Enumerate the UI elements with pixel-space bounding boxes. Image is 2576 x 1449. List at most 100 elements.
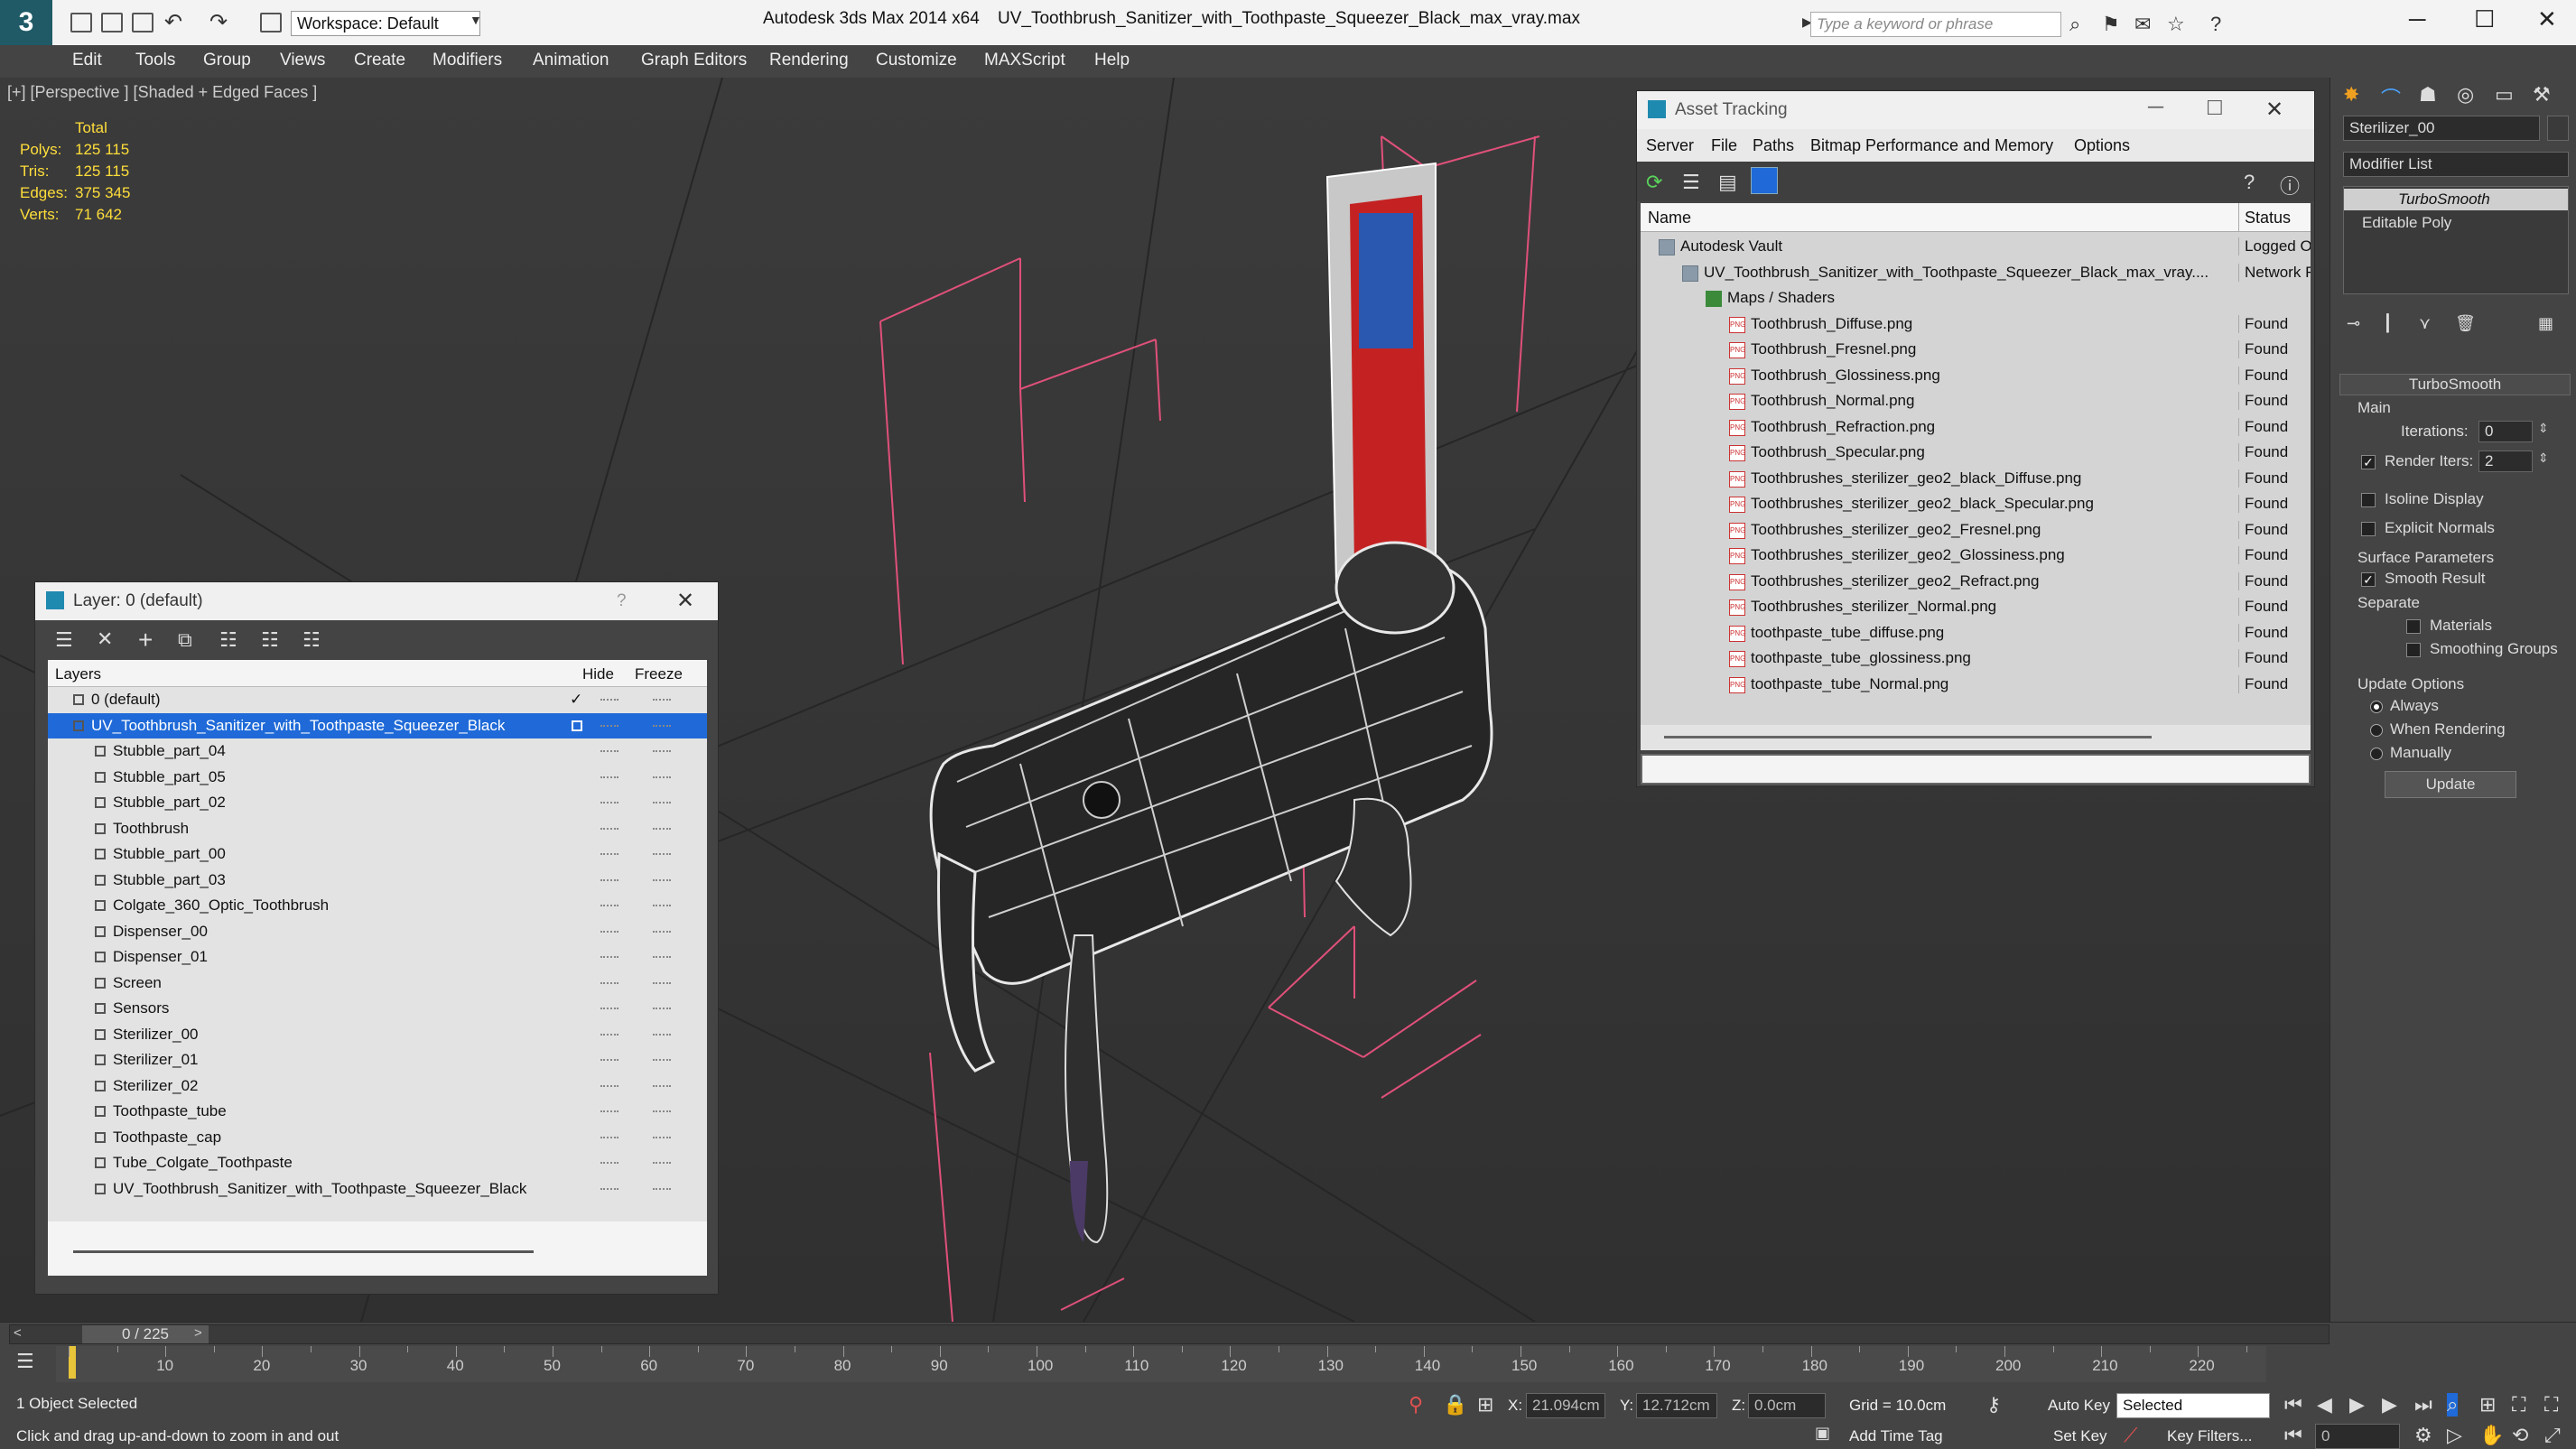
modifier-turbosmooth[interactable]: TurboSmooth bbox=[2344, 189, 2568, 210]
time-configuration-icon[interactable]: ⚙ bbox=[2414, 1424, 2432, 1447]
radio-always[interactable] bbox=[2370, 701, 2383, 713]
show-end-result-icon[interactable]: ┃ bbox=[2383, 314, 2393, 333]
layer-row[interactable]: Stubble_part_00 bbox=[48, 841, 707, 868]
hierarchy-tab-icon[interactable]: ☗ bbox=[2419, 83, 2437, 107]
hide-toggle[interactable] bbox=[600, 905, 618, 906]
layer-row[interactable]: UV_Toothbrush_Sanitizer_with_Toothpaste_… bbox=[48, 712, 707, 738]
zoom-all-icon[interactable]: ⊞ bbox=[2479, 1393, 2496, 1416]
redo-icon[interactable]: ↷ bbox=[209, 9, 228, 35]
asset-minimize-icon[interactable]: ─ bbox=[2148, 95, 2163, 120]
make-unique-icon[interactable]: ⋎ bbox=[2419, 314, 2431, 333]
zoom-extents-all-icon[interactable]: ⛶ bbox=[2544, 1393, 2558, 1416]
layer-row[interactable]: Dispenser_00 bbox=[48, 919, 707, 945]
asset-row[interactable]: UV_Toothbrush_Sanitizer_with_Toothpaste_… bbox=[1641, 260, 2311, 286]
layer-row[interactable]: Sterilizer_02 bbox=[48, 1073, 707, 1100]
key-filters-button[interactable]: Key Filters... bbox=[2167, 1427, 2252, 1445]
y-coordinate-field[interactable]: 12.712cm bbox=[1636, 1393, 1717, 1418]
asset-row[interactable]: PNG Toothbrush_Specular.png Found bbox=[1641, 440, 2311, 466]
select-objects-icon[interactable]: ⧉ bbox=[178, 628, 192, 652]
isolate-selection-icon[interactable]: ⚲ bbox=[1409, 1393, 1423, 1416]
asset-help-icon[interactable]: ? bbox=[2244, 171, 2255, 194]
mini-curve-editor-icon[interactable]: ☰ bbox=[16, 1350, 34, 1373]
workspace-dropdown[interactable]: Workspace: Default bbox=[291, 11, 480, 36]
favorites-star-icon[interactable]: ☆ bbox=[2167, 13, 2185, 36]
column-name[interactable]: Name bbox=[1648, 209, 1691, 228]
layer-row[interactable]: 0 (default) ✓ bbox=[48, 687, 707, 713]
layer-row[interactable]: Screen bbox=[48, 971, 707, 997]
freeze-toggle[interactable] bbox=[653, 750, 671, 752]
asset-scrollbar-thumb[interactable] bbox=[1664, 736, 2152, 738]
layer-row[interactable]: Stubble_part_02 bbox=[48, 790, 707, 816]
hide-toggle[interactable] bbox=[600, 1084, 618, 1087]
menu-graph-editors[interactable]: Graph Editors bbox=[641, 51, 747, 70]
column-freeze[interactable]: Freeze bbox=[635, 665, 683, 683]
radio-when-rendering[interactable] bbox=[2370, 724, 2383, 737]
freeze-toggle[interactable] bbox=[653, 776, 671, 778]
menu-tools[interactable]: Tools bbox=[135, 51, 175, 70]
add-time-tag-button[interactable]: Add Time Tag bbox=[1849, 1427, 1943, 1445]
modify-tab-icon[interactable]: ⌒ bbox=[2381, 83, 2401, 112]
asset-path-field[interactable] bbox=[1641, 754, 2311, 785]
asset-row[interactable]: PNG Toothbrushes_sterilizer_geo2_Fresnel.… bbox=[1641, 517, 2311, 543]
time-tag-icon[interactable]: ▣ bbox=[1815, 1424, 1830, 1443]
go-to-end-icon[interactable]: ⏭ bbox=[2414, 1393, 2432, 1416]
hide-toggle[interactable] bbox=[600, 827, 618, 830]
hide-toggle[interactable] bbox=[600, 878, 618, 881]
asset-row[interactable]: PNG toothpaste_tube_diffuse.png Found bbox=[1641, 620, 2311, 646]
layer-row[interactable]: Toothpaste_cap bbox=[48, 1125, 707, 1151]
asset-menu-options[interactable]: Options bbox=[2074, 136, 2130, 155]
asset-close-icon[interactable]: ✕ bbox=[2265, 97, 2283, 123]
new-file-icon[interactable] bbox=[70, 13, 92, 33]
hide-toggle[interactable] bbox=[600, 956, 618, 958]
hide-toggle[interactable] bbox=[600, 1110, 618, 1112]
previous-frame-icon[interactable]: ◀ bbox=[2317, 1393, 2332, 1416]
asset-row[interactable]: PNG Toothbrushes_sterilizer_geo2_Refract.… bbox=[1641, 569, 2311, 595]
asset-tracking-titlebar[interactable]: Asset Tracking ─ ☐ ✕ bbox=[1637, 91, 2314, 129]
radio-manually[interactable] bbox=[2370, 748, 2383, 760]
create-layer-icon[interactable]: ☰ bbox=[55, 628, 73, 652]
hide-toggle[interactable] bbox=[600, 776, 618, 778]
key-mode-icon[interactable]: ⟋ bbox=[2124, 1424, 2137, 1447]
render-iters-spinner-arrows-icon[interactable]: ⇕ bbox=[2538, 450, 2549, 466]
layer-row[interactable]: Tube_Colgate_Toothpaste bbox=[48, 1150, 707, 1176]
set-key-icon[interactable]: ⚷ bbox=[1986, 1393, 2001, 1416]
layer-row[interactable]: Sensors bbox=[48, 996, 707, 1022]
delete-layer-icon[interactable]: ✕ bbox=[97, 627, 113, 651]
asset-row[interactable]: Autodesk Vault Logged O bbox=[1641, 234, 2311, 260]
orbit-icon[interactable]: ⟲ bbox=[2512, 1424, 2528, 1447]
iterations-spinner[interactable]: 0 bbox=[2478, 421, 2533, 442]
render-iters-spinner[interactable]: 2 bbox=[2478, 450, 2533, 472]
save-file-icon[interactable] bbox=[132, 13, 153, 33]
asset-menu-paths[interactable]: Paths bbox=[1753, 136, 1794, 155]
time-slider-left-icon[interactable]: < bbox=[14, 1325, 22, 1341]
smooth-result-checkbox[interactable]: ✓ bbox=[2361, 572, 2376, 587]
absolute-mode-icon[interactable]: ⊞ bbox=[1477, 1393, 1493, 1416]
zoom-extents-icon[interactable]: ⛶ bbox=[2512, 1393, 2525, 1416]
explicit-normals-checkbox[interactable] bbox=[2361, 522, 2376, 536]
freeze-toggle[interactable] bbox=[653, 930, 671, 933]
motion-tab-icon[interactable]: ◎ bbox=[2457, 83, 2474, 107]
time-slider-right-icon[interactable]: > bbox=[194, 1325, 202, 1341]
object-color-swatch[interactable] bbox=[2547, 116, 2569, 141]
layer-close-icon[interactable]: ✕ bbox=[676, 588, 694, 614]
layer-row[interactable]: Sterilizer_01 bbox=[48, 1047, 707, 1073]
communication-icon[interactable]: ✉ bbox=[2134, 13, 2151, 36]
smoothing-groups-checkbox[interactable] bbox=[2406, 643, 2421, 657]
freeze-toggle[interactable] bbox=[653, 699, 671, 701]
freeze-toggle[interactable] bbox=[653, 1084, 671, 1087]
layer-row[interactable]: Sterilizer_00 bbox=[48, 1022, 707, 1048]
current-frame-field[interactable]: 0 bbox=[2315, 1424, 2400, 1449]
render-iters-checkbox[interactable]: ✓ bbox=[2361, 455, 2376, 469]
minimize-icon[interactable]: ─ bbox=[2409, 5, 2425, 33]
freeze-toggle[interactable] bbox=[653, 1033, 671, 1036]
pin-stack-icon[interactable]: ⊸ bbox=[2347, 314, 2360, 333]
menu-animation[interactable]: Animation bbox=[533, 51, 609, 70]
refresh-icon[interactable]: ⟳ bbox=[1646, 171, 1662, 194]
hide-toggle[interactable] bbox=[600, 981, 618, 984]
update-button[interactable]: Update bbox=[2385, 771, 2516, 798]
hide-toggle[interactable] bbox=[600, 699, 618, 701]
modifier-editable-poly[interactable]: Editable Poly bbox=[2344, 212, 2568, 234]
subscription-icon[interactable]: ⚑ bbox=[2102, 13, 2120, 36]
layer-dialog-titlebar[interactable]: Layer: 0 (default) ? ✕ bbox=[35, 582, 718, 620]
grid-view-icon[interactable] bbox=[1751, 167, 1778, 194]
